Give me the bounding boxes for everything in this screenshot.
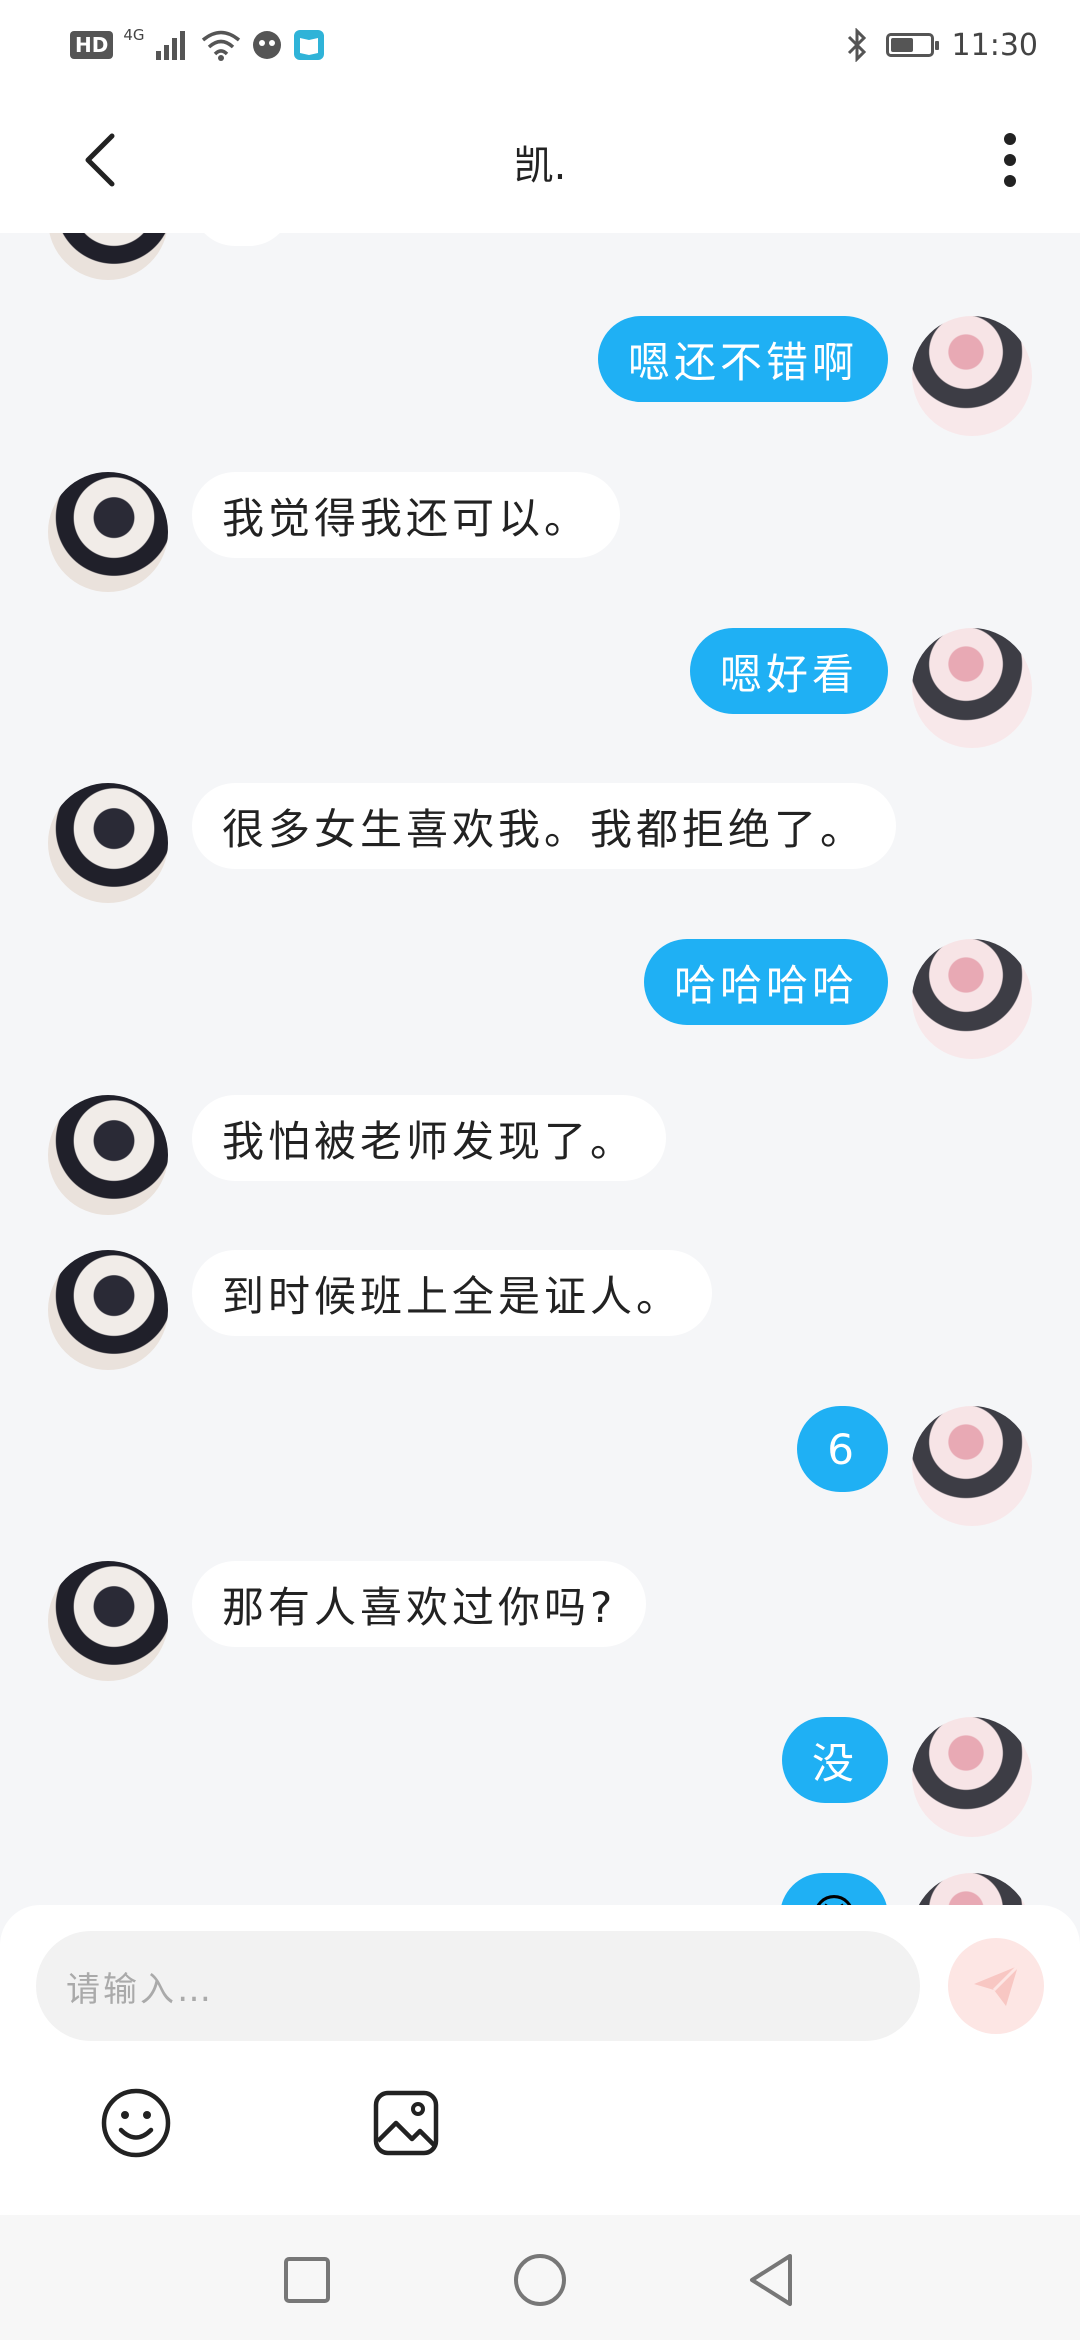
composer: 请输入… bbox=[0, 1905, 1080, 2215]
assistant-app-icon bbox=[252, 31, 281, 59]
image-icon bbox=[373, 2090, 439, 2156]
home-icon bbox=[514, 2254, 566, 2306]
emoji-button[interactable] bbox=[96, 2083, 176, 2163]
clock: 11:30 bbox=[951, 27, 1038, 63]
message-bubble-partial[interactable] bbox=[192, 233, 292, 246]
more-vertical-icon bbox=[1004, 133, 1016, 187]
home-button[interactable] bbox=[505, 2245, 575, 2315]
message-bubble[interactable]: 很多女生喜欢我。我都拒绝了。 bbox=[192, 783, 897, 869]
signal-icon bbox=[155, 31, 185, 60]
back-triangle-icon bbox=[750, 2254, 792, 2306]
status-right: 11:30 bbox=[846, 22, 1038, 68]
battery-level bbox=[890, 38, 914, 52]
more-button[interactable] bbox=[970, 120, 1050, 200]
network-type: 4G bbox=[123, 26, 145, 44]
book-app-icon bbox=[293, 30, 324, 60]
user-avatar[interactable] bbox=[912, 939, 1032, 1059]
contact-avatar[interactable] bbox=[48, 1561, 168, 1681]
message-row: 那有人喜欢过你吗? bbox=[0, 1561, 1080, 1681]
message-row: 哈哈哈哈 bbox=[0, 939, 1080, 1059]
user-avatar[interactable] bbox=[912, 1873, 1032, 1905]
message-row: 到时候班上全是证人。 bbox=[0, 1250, 1080, 1370]
message-bubble[interactable]: 没 bbox=[781, 1717, 888, 1803]
bluetooth-icon bbox=[847, 28, 866, 62]
send-button[interactable] bbox=[948, 1938, 1044, 2034]
system-back-button[interactable] bbox=[736, 2245, 806, 2315]
recent-apps-button[interactable] bbox=[272, 2245, 342, 2315]
message-list[interactable]: 嗯还不错啊 我觉得我还可以。 嗯好看 很多女生喜欢我。我都拒绝了。 哈哈哈哈 我… bbox=[0, 233, 1080, 1905]
emoji-message-bubble[interactable]: 😆 bbox=[780, 1873, 888, 1905]
chevron-left-icon bbox=[85, 133, 115, 187]
user-avatar[interactable] bbox=[912, 316, 1032, 436]
user-avatar[interactable] bbox=[912, 1717, 1032, 1837]
contact-avatar[interactable] bbox=[48, 233, 168, 280]
page-title: 凯. bbox=[513, 142, 567, 189]
message-bubble[interactable]: 嗯还不错啊 bbox=[597, 316, 888, 402]
user-avatar[interactable] bbox=[912, 1406, 1032, 1526]
chat-header: 凯. bbox=[0, 90, 1080, 233]
smiley-icon bbox=[101, 2088, 171, 2158]
message-row-partial bbox=[0, 233, 1080, 280]
send-icon bbox=[974, 1964, 1020, 2006]
contact-avatar[interactable] bbox=[48, 783, 168, 903]
message-row: 嗯还不错啊 bbox=[0, 316, 1080, 436]
message-bubble[interactable]: 6 bbox=[797, 1406, 888, 1492]
recent-apps-icon bbox=[284, 2257, 330, 2303]
battery-icon bbox=[885, 33, 939, 57]
contact-avatar[interactable] bbox=[48, 472, 168, 592]
contact-avatar[interactable] bbox=[48, 1095, 168, 1215]
message-row: 我怕被老师发现了。 bbox=[0, 1095, 1080, 1215]
hd-badge: HD bbox=[70, 31, 114, 59]
contact-avatar[interactable] bbox=[48, 1250, 168, 1370]
message-row: 我觉得我还可以。 bbox=[0, 472, 1080, 592]
message-row: 嗯好看 bbox=[0, 628, 1080, 748]
message-row: 😆 bbox=[0, 1873, 1080, 1905]
status-bar: HD 4G 11:30 bbox=[0, 0, 1080, 90]
message-bubble[interactable]: 我怕被老师发现了。 bbox=[192, 1095, 667, 1181]
message-bubble[interactable]: 我觉得我还可以。 bbox=[192, 472, 621, 558]
user-avatar[interactable] bbox=[912, 628, 1032, 748]
message-bubble[interactable]: 哈哈哈哈 bbox=[643, 939, 888, 1025]
message-bubble[interactable]: 到时候班上全是证人。 bbox=[192, 1250, 713, 1336]
message-row: 没 bbox=[0, 1717, 1080, 1837]
wifi-icon bbox=[201, 30, 240, 61]
system-nav-bar bbox=[0, 2215, 1080, 2340]
message-input[interactable]: 请输入… bbox=[36, 1931, 920, 2041]
message-bubble[interactable]: 嗯好看 bbox=[689, 628, 888, 714]
status-left: HD 4G bbox=[70, 22, 325, 68]
message-row: 很多女生喜欢我。我都拒绝了。 bbox=[0, 783, 1080, 903]
message-bubble[interactable]: 那有人喜欢过你吗? bbox=[192, 1561, 647, 1647]
image-button[interactable] bbox=[366, 2083, 446, 2163]
back-button[interactable] bbox=[60, 120, 140, 200]
message-row: 6 bbox=[0, 1406, 1080, 1526]
